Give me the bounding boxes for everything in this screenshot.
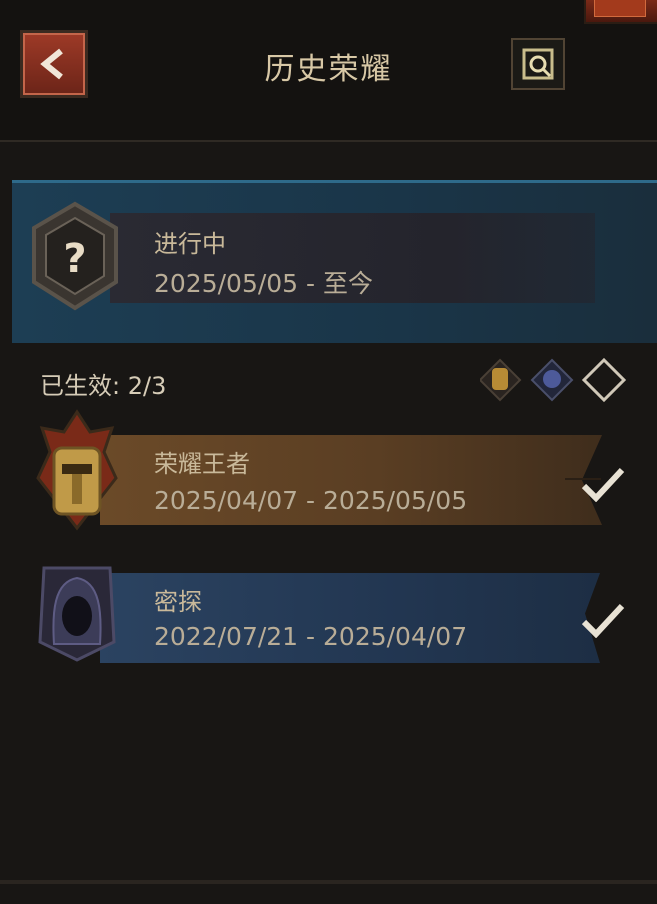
tier-diamonds (480, 357, 627, 403)
history-date-0: 2025/04/07 - 2025/05/05 (154, 486, 468, 515)
gold-tier-diamond-icon (480, 358, 522, 402)
empty-tier-diamond-icon (581, 357, 627, 403)
effective-count: 已生效: 2/3 (40, 372, 167, 400)
hooded-figure-badge-icon (34, 562, 120, 662)
checkmark-icon (581, 603, 625, 638)
current-honor-name: 进行中 (154, 230, 226, 258)
top-corner-inner (594, 0, 646, 17)
golden-helmet-badge-icon (32, 408, 122, 532)
current-honor-date: 2025/05/05 - 至今 (154, 269, 374, 298)
blue-tier-diamond-icon (530, 358, 574, 402)
help-scroll-icon (522, 48, 554, 80)
history-name-0: 荣耀王者 (154, 450, 250, 478)
checkmark-icon (581, 467, 625, 502)
header: 历史荣耀 (0, 22, 657, 110)
history-date-1: 2022/07/21 - 2025/04/07 (154, 622, 468, 651)
question-mark-badge-icon: ? (28, 200, 122, 312)
panel-bottom-divider (0, 880, 657, 884)
history-name-1: 密探 (154, 588, 202, 616)
top-corner-button[interactable] (584, 0, 657, 24)
help-button[interactable] (511, 38, 565, 90)
svg-text:?: ? (63, 236, 86, 282)
